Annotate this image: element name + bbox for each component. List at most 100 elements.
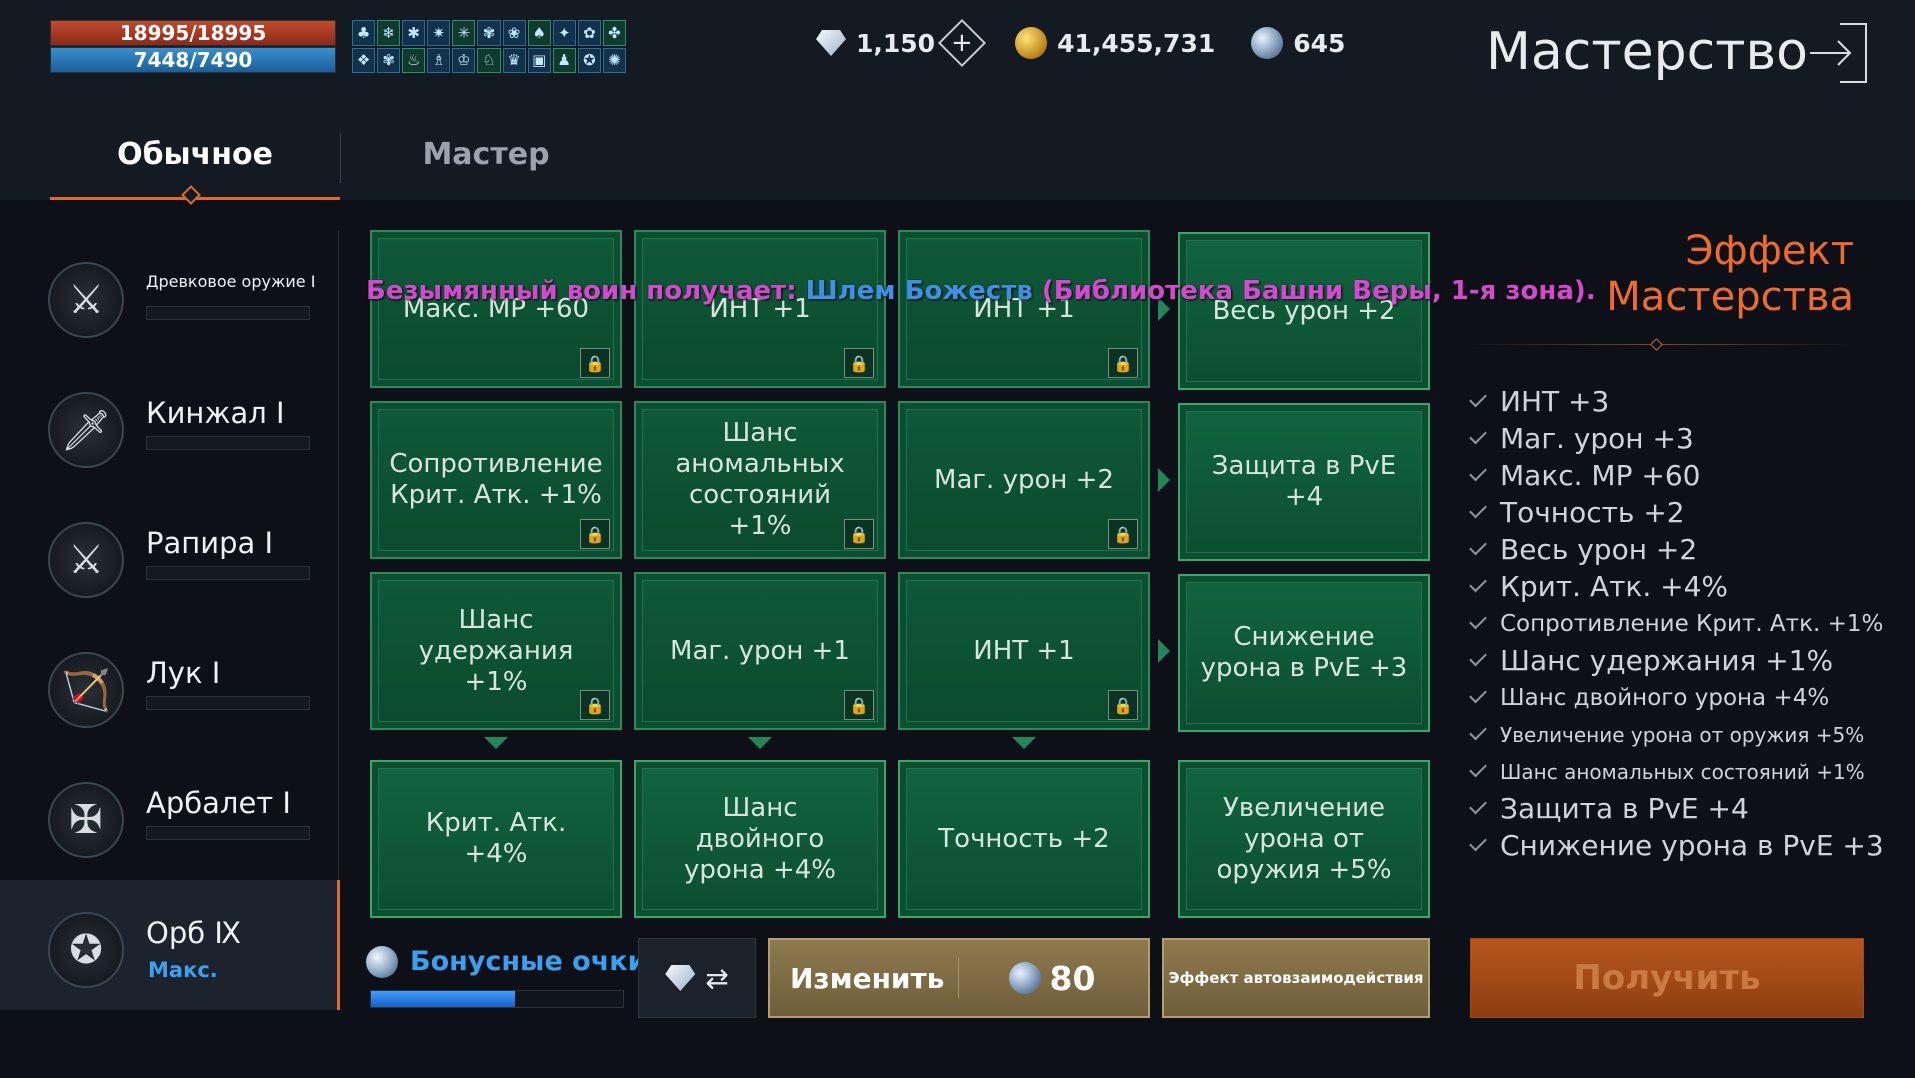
buff-icon[interactable]: ♘ bbox=[477, 47, 501, 73]
buff-icon[interactable]: ♛ bbox=[502, 47, 526, 73]
check-icon bbox=[1469, 389, 1487, 408]
buff-icon[interactable]: ✺ bbox=[602, 47, 626, 73]
buff-icon[interactable]: ♣ bbox=[352, 20, 376, 46]
change-button[interactable]: Изменить 80 bbox=[768, 938, 1150, 1018]
weapon-progress bbox=[146, 566, 310, 580]
effect-text: Маг. урон +3 bbox=[1500, 422, 1694, 455]
mastery-node[interactable]: ИНТ +1 🔒 bbox=[898, 572, 1150, 730]
effect-item: Снижение урона в PvE +3 bbox=[1466, 827, 1884, 864]
change-cost-value: 80 bbox=[1049, 958, 1096, 998]
mastery-node[interactable]: ИНТ +1 🔒 bbox=[634, 230, 886, 388]
buff-icon[interactable]: ♔ bbox=[452, 47, 476, 73]
buff-icon[interactable]: ♠ bbox=[527, 20, 551, 46]
mastery-grid: Макс. МР +60 🔒 ИНТ +1 🔒 ИНТ +1 🔒 Весь урон … bbox=[370, 230, 1430, 920]
tab-master[interactable]: Мастер bbox=[341, 125, 631, 200]
effect-text: ИНТ +3 bbox=[1500, 385, 1610, 418]
buff-icon[interactable]: ♗ bbox=[427, 47, 451, 73]
plus-icon: + bbox=[951, 27, 973, 58]
effect-text: Шанс удержания +1% bbox=[1500, 644, 1834, 677]
add-diamonds-button[interactable]: + bbox=[938, 18, 987, 68]
currency-bar: 1,150 + 41,455,731 645 bbox=[816, 18, 1367, 68]
buff-icon[interactable]: ✤ bbox=[602, 20, 626, 46]
weapon-item-polearm[interactable]: ⚔ Древковое оружие Ⅰ bbox=[0, 230, 340, 360]
weapon-name: Лук Ⅰ bbox=[146, 656, 221, 690]
mastery-node[interactable]: Шанс аномальных состояний +1% 🔒 bbox=[634, 401, 886, 559]
check-icon bbox=[1469, 500, 1487, 519]
arrow-right-icon bbox=[1158, 468, 1170, 492]
effect-text: Шанс аномальных состояний +1% bbox=[1500, 759, 1865, 784]
swap-currency-button[interactable]: ⇄ bbox=[638, 938, 756, 1018]
effect-text: Шанс двойного урона +4% bbox=[1500, 684, 1830, 711]
buff-icon[interactable]: ❖ bbox=[352, 47, 376, 73]
mastery-node[interactable]: Крит. Атк. +4% bbox=[370, 760, 622, 918]
effect-list: ИНТ +3 Маг. урон +3 Макс. МР +60 Точност… bbox=[1466, 383, 1884, 864]
node-label: Сопротивление Крит. Атк. +1% bbox=[389, 449, 603, 510]
check-icon bbox=[1469, 426, 1487, 445]
mastery-node[interactable]: Снижение урона в PvE +3 bbox=[1178, 574, 1430, 732]
screen-title: Мастерство bbox=[1486, 22, 1808, 82]
mastery-node[interactable]: Точность +2 bbox=[898, 760, 1150, 918]
lock-icon: 🔒 bbox=[580, 690, 610, 720]
weapon-item-bow[interactable]: 🏹 Лук Ⅰ bbox=[0, 620, 340, 750]
buff-icon[interactable]: ✪ bbox=[577, 47, 601, 73]
change-divider bbox=[958, 958, 960, 998]
system-notice: Безымянный воин получает: Шлем Божеств (… bbox=[366, 276, 1596, 306]
effect-item: Сопротивление Крит. Атк. +1% bbox=[1466, 605, 1883, 642]
check-icon bbox=[1469, 722, 1487, 741]
weapon-name: Арбалет Ⅰ bbox=[146, 786, 291, 820]
bonus-points-label: Бонусные очки bbox=[410, 946, 647, 977]
mastery-node[interactable]: Маг. урон +1 🔒 bbox=[634, 572, 886, 730]
effect-item: ИНТ +3 bbox=[1466, 383, 1866, 420]
get-button[interactable]: Получить bbox=[1470, 938, 1864, 1018]
effect-text: Точность +2 bbox=[1500, 496, 1685, 529]
bow-icon: 🏹 bbox=[48, 652, 124, 728]
buff-icon[interactable]: ✦ bbox=[552, 20, 576, 46]
diamond-icon bbox=[665, 965, 696, 991]
buff-icon[interactable]: ▣ bbox=[527, 47, 551, 73]
mastery-node[interactable]: Сопротивление Крит. Атк. +1% 🔒 bbox=[370, 401, 622, 559]
bonus-progress-fill bbox=[371, 991, 515, 1007]
effect-text: Защита в PvE +4 bbox=[1500, 792, 1749, 825]
check-icon bbox=[1469, 574, 1487, 593]
buff-icon[interactable]: ♟ bbox=[552, 47, 576, 73]
lock-icon: 🔒 bbox=[580, 348, 610, 378]
node-label: Маг. урон +1 bbox=[670, 635, 850, 666]
bonus-progress-bar bbox=[370, 990, 624, 1008]
mastery-node[interactable]: Увеличение урона от оружия +5% bbox=[1178, 760, 1430, 918]
mastery-node[interactable]: Макс. МР +60 🔒 bbox=[370, 230, 622, 388]
effect-text: Весь урон +2 bbox=[1500, 533, 1698, 566]
buff-icon[interactable]: ✷ bbox=[427, 20, 451, 46]
check-icon bbox=[1469, 685, 1487, 704]
effects-title: Эффект Мастерства bbox=[1606, 228, 1854, 320]
mastery-node[interactable]: Маг. урон +2 🔒 bbox=[898, 401, 1150, 559]
buff-icon[interactable]: ✾ bbox=[477, 20, 501, 46]
lock-icon: 🔒 bbox=[844, 519, 874, 549]
mp-bar: 7448/7490 bbox=[50, 47, 336, 73]
weapon-item-dagger[interactable]: 🗡 Кинжал Ⅰ bbox=[0, 360, 340, 490]
buff-icon[interactable]: ✳ bbox=[452, 20, 476, 46]
mastery-node[interactable]: Шанс двойного урона +4% bbox=[634, 760, 886, 918]
auto-interaction-effect-button[interactable]: Эффект автовзаимодействия bbox=[1162, 938, 1430, 1018]
weapon-item-crossbow[interactable]: ✠ Арбалет Ⅰ bbox=[0, 750, 340, 880]
buff-icon[interactable]: ❀ bbox=[502, 20, 526, 46]
mastery-node[interactable]: Защита в PvE +4 bbox=[1178, 403, 1430, 561]
node-label: Шанс удержания +1% bbox=[418, 604, 574, 697]
arrow-down-icon bbox=[484, 737, 508, 749]
node-label: Защита в PvE +4 bbox=[1211, 451, 1397, 512]
buff-icon[interactable]: ✱ bbox=[402, 20, 426, 46]
weapon-name: Древковое оружие Ⅰ bbox=[146, 272, 316, 291]
mastery-node[interactable]: Шанс удержания +1% 🔒 bbox=[370, 572, 622, 730]
buff-icon[interactable]: ♨ bbox=[402, 47, 426, 73]
buff-icon[interactable]: ✿ bbox=[577, 20, 601, 46]
weapon-item-rapier[interactable]: ⚔ Рапира Ⅰ bbox=[0, 490, 340, 620]
mastery-node[interactable]: Весь урон +2 bbox=[1178, 232, 1430, 390]
hp-bar: 18995/18995 bbox=[50, 20, 336, 46]
exit-icon[interactable] bbox=[1810, 22, 1868, 84]
buff-icon[interactable]: ✾ bbox=[377, 47, 401, 73]
mastery-node[interactable]: ИНТ +1 🔒 bbox=[898, 230, 1150, 388]
player-status: 18995/18995 7448/7490 bbox=[50, 20, 336, 73]
orb-currency: 645 bbox=[1251, 27, 1345, 59]
buff-icon[interactable]: ❄ bbox=[377, 20, 401, 46]
check-icon bbox=[1469, 463, 1487, 482]
gold-coin-icon bbox=[1015, 27, 1048, 59]
